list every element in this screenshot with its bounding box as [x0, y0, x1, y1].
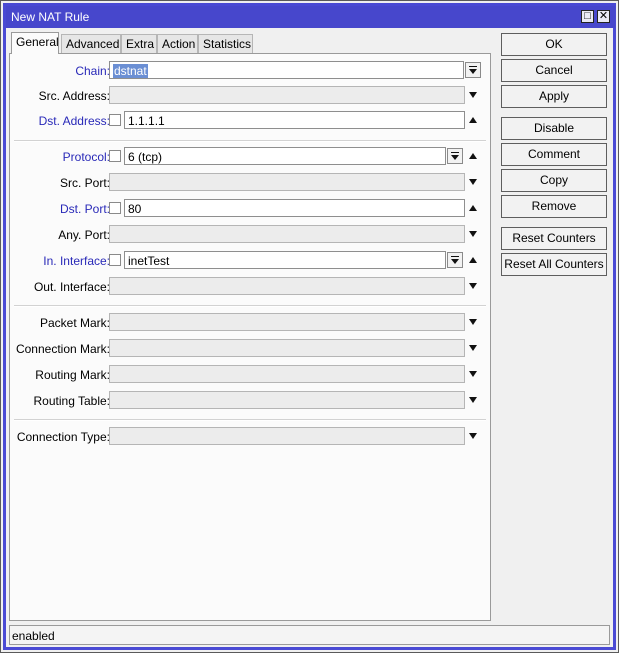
tab-general[interactable]: General	[11, 32, 59, 54]
dst-address-value: 1.1.1.1	[128, 114, 165, 128]
routing-mark-field[interactable]	[109, 365, 465, 383]
routing-table-field[interactable]	[109, 391, 465, 409]
general-panel: Chain: dstnat Src. Address: Dst. Address…	[9, 53, 491, 621]
routing-table-expand-icon[interactable]	[469, 397, 477, 403]
status-bar: enabled	[9, 625, 610, 645]
chain-field[interactable]: dstnat	[109, 61, 464, 79]
remove-button[interactable]: Remove	[501, 195, 607, 218]
tab-advanced[interactable]: Advanced	[61, 34, 121, 53]
dst-address-collapse-icon[interactable]	[469, 117, 477, 123]
in-interface-field[interactable]: inetTest	[124, 251, 446, 269]
tab-action[interactable]: Action	[157, 34, 198, 53]
dst-port-collapse-icon[interactable]	[469, 205, 477, 211]
connection-mark-row: Connection Mark:	[10, 339, 490, 359]
apply-button[interactable]: Apply	[501, 85, 607, 108]
title-bar[interactable]: New NAT Rule □ ✕	[6, 6, 615, 28]
in-interface-collapse-icon[interactable]	[469, 257, 477, 263]
protocol-dropdown-icon[interactable]	[447, 148, 463, 164]
chain-row: Chain: dstnat	[10, 61, 490, 81]
dst-address-field[interactable]: 1.1.1.1	[124, 111, 465, 129]
nat-rule-window: New NAT Rule □ ✕ General Advanced Extra …	[0, 0, 619, 653]
dst-port-negate-checkbox[interactable]	[109, 202, 121, 214]
src-port-label: Src. Port:	[59, 176, 110, 190]
connection-type-label: Connection Type:	[16, 430, 110, 444]
dst-port-field[interactable]: 80	[124, 199, 465, 217]
src-address-row: Src. Address:	[10, 86, 490, 106]
src-address-expand-icon[interactable]	[469, 92, 477, 98]
packet-mark-field[interactable]	[109, 313, 465, 331]
comment-button[interactable]: Comment	[501, 143, 607, 166]
any-port-row: Any. Port:	[10, 225, 490, 245]
protocol-row: Protocol: 6 (tcp)	[10, 147, 490, 167]
any-port-field[interactable]	[109, 225, 465, 243]
separator	[14, 305, 486, 307]
routing-table-label: Routing Table:	[33, 394, 111, 408]
connection-mark-label: Connection Mark:	[15, 342, 110, 356]
cancel-button[interactable]: Cancel	[501, 59, 607, 82]
any-port-label: Any. Port:	[58, 228, 110, 242]
dst-port-label: Dst. Port:	[59, 202, 110, 216]
routing-mark-expand-icon[interactable]	[469, 371, 477, 377]
src-port-row: Src. Port:	[10, 173, 490, 193]
protocol-field[interactable]: 6 (tcp)	[124, 147, 446, 165]
in-interface-label: In. Interface:	[43, 254, 110, 268]
connection-type-field[interactable]	[109, 427, 465, 445]
copy-button[interactable]: Copy	[501, 169, 607, 192]
dst-port-value: 80	[128, 202, 142, 216]
window-title: New NAT Rule	[11, 10, 90, 24]
separator	[14, 140, 486, 142]
disable-button[interactable]: Disable	[501, 117, 607, 140]
maximize-icon[interactable]: □	[581, 10, 594, 23]
chain-dropdown-icon[interactable]	[465, 62, 481, 78]
in-interface-negate-checkbox[interactable]	[109, 254, 121, 266]
protocol-value: 6 (tcp)	[128, 150, 163, 164]
in-interface-value: inetTest	[128, 254, 170, 268]
packet-mark-label: Packet Mark:	[39, 316, 110, 330]
routing-table-row: Routing Table:	[10, 391, 490, 411]
src-address-field[interactable]	[109, 86, 465, 104]
packet-mark-expand-icon[interactable]	[469, 319, 477, 325]
in-interface-dropdown-icon[interactable]	[447, 252, 463, 268]
connection-type-expand-icon[interactable]	[469, 433, 477, 439]
routing-mark-label: Routing Mark:	[35, 368, 110, 382]
chain-label: Chain:	[75, 64, 110, 78]
in-interface-row: In. Interface: inetTest	[10, 251, 490, 271]
separator	[14, 419, 486, 421]
protocol-label: Protocol:	[62, 150, 110, 164]
out-interface-expand-icon[interactable]	[469, 283, 477, 289]
dst-port-row: Dst. Port: 80	[10, 199, 490, 219]
protocol-collapse-icon[interactable]	[469, 153, 477, 159]
protocol-negate-checkbox[interactable]	[109, 150, 121, 162]
connection-mark-expand-icon[interactable]	[469, 345, 477, 351]
dst-address-row: Dst. Address: 1.1.1.1	[10, 111, 490, 131]
close-icon[interactable]: ✕	[597, 10, 610, 23]
status-text: enabled	[12, 629, 55, 643]
out-interface-row: Out. Interface:	[10, 277, 490, 297]
tab-extra[interactable]: Extra	[121, 34, 157, 53]
connection-type-row: Connection Type:	[10, 427, 490, 447]
tab-statistics[interactable]: Statistics	[198, 34, 253, 53]
src-address-label: Src. Address:	[38, 89, 110, 103]
routing-mark-row: Routing Mark:	[10, 365, 490, 385]
reset-all-counters-button[interactable]: Reset All Counters	[501, 253, 607, 276]
dst-address-negate-checkbox[interactable]	[109, 114, 121, 126]
dst-address-label: Dst. Address:	[38, 114, 110, 128]
any-port-expand-icon[interactable]	[469, 231, 477, 237]
reset-counters-button[interactable]: Reset Counters	[501, 227, 607, 250]
src-port-expand-icon[interactable]	[469, 179, 477, 185]
out-interface-label: Out. Interface:	[33, 280, 110, 294]
out-interface-field[interactable]	[109, 277, 465, 295]
packet-mark-row: Packet Mark:	[10, 313, 490, 333]
src-port-field[interactable]	[109, 173, 465, 191]
connection-mark-field[interactable]	[109, 339, 465, 357]
ok-button[interactable]: OK	[501, 33, 607, 56]
chain-value: dstnat	[113, 64, 148, 78]
